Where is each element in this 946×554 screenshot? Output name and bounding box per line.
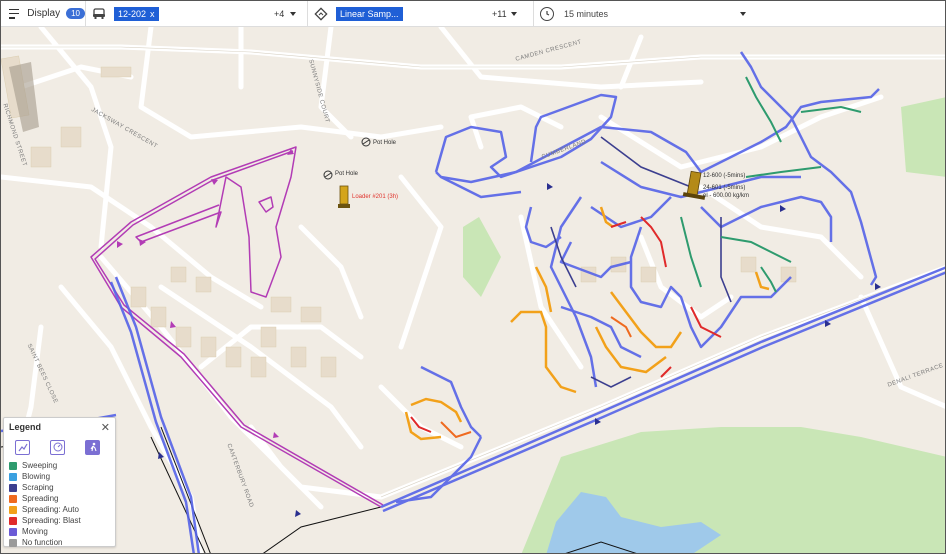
legend-mode-tabs	[4, 436, 115, 458]
function-select[interactable]: Linear Samp... +11	[334, 1, 528, 27]
function-chip[interactable]: Linear Samp...	[336, 6, 403, 21]
time-select[interactable]: 15 minutes	[560, 1, 750, 27]
building-blocks	[1, 55, 797, 378]
function-more-count: +11	[492, 8, 507, 19]
legend-list: Sweeping Blowing Scraping Spreading Spre…	[4, 458, 115, 550]
function-icon	[308, 1, 334, 27]
legend-header: Legend ✕	[4, 418, 115, 436]
route-spreading	[440, 316, 632, 439]
loader-label: Loader #201 (3h)	[352, 194, 399, 200]
speed-mode-button[interactable]	[50, 439, 65, 455]
pothole-icon	[323, 170, 333, 180]
worker-icon	[90, 442, 97, 452]
filter-menu-icon	[9, 8, 20, 19]
legend-swatch	[9, 483, 17, 492]
pothole-label: Pot Hole	[335, 171, 359, 177]
vehicle-filter: 12-202 x +4	[85, 1, 307, 27]
legend-item-spreading-blast: Spreading: Blast	[9, 515, 110, 526]
legend-title: Legend	[9, 422, 42, 432]
vehicle-chip-remove[interactable]: x	[150, 9, 155, 19]
legend-item-blowing: Blowing	[9, 471, 110, 482]
gauge-icon	[53, 442, 62, 452]
close-icon[interactable]: ✕	[101, 421, 110, 434]
vehicle-icon	[86, 1, 112, 27]
display-toggle[interactable]: Display 10	[1, 1, 85, 27]
legend-item-sweeping: Sweeping	[9, 460, 110, 471]
legend-panel: Legend ✕ Sweeping Blowing Scraping Sprea…	[3, 417, 116, 547]
legend-item-label: Scraping	[22, 483, 54, 492]
legend-item-spreading-auto: Spreading: Auto	[9, 504, 110, 515]
legend-swatch	[9, 538, 17, 547]
legend-item-label: Spreading	[22, 494, 59, 503]
legend-item-moving: Moving	[9, 526, 110, 537]
function-chip-label: Linear Samp...	[340, 8, 399, 19]
legend-swatch	[9, 527, 17, 536]
map-layer	[1, 27, 945, 553]
legend-item-spreading: Spreading	[9, 493, 110, 504]
legend-item-scraping: Scraping	[9, 482, 110, 493]
park-area	[463, 217, 501, 297]
legend-swatch	[9, 516, 17, 525]
legend-swatch	[9, 494, 17, 503]
legend-item-label: Moving	[22, 527, 48, 536]
route-icon	[18, 443, 28, 452]
filter-toolbar: Display 10 12-202 x +4 Linear Samp... +11	[1, 1, 945, 27]
pothole-label: Pot Hole	[373, 140, 397, 146]
pothole-icon	[361, 137, 371, 147]
truck-label: 24-601 (-5mins)	[703, 185, 746, 191]
function-dropdown-icon[interactable]	[511, 11, 517, 16]
time-value: 15 minutes	[564, 8, 609, 19]
vehicle-dropdown-icon[interactable]	[290, 11, 296, 16]
legend-item-no-function: No function	[9, 537, 110, 548]
truck-rate-label: el - 600.00 kg/km	[703, 193, 750, 199]
time-dropdown-icon[interactable]	[740, 11, 746, 16]
park-area	[901, 97, 945, 177]
route-mode-button[interactable]	[15, 439, 30, 455]
legend-item-label: Sweeping	[22, 461, 58, 470]
vehicle-select[interactable]: 12-202 x +4	[112, 1, 302, 27]
app-frame: Display 10 12-202 x +4 Linear Samp... +11	[0, 0, 946, 554]
legend-item-label: No function	[22, 538, 63, 547]
legend-item-label: Spreading: Blast	[22, 516, 81, 525]
legend-swatch	[9, 461, 17, 470]
vehicle-more-count: +4	[274, 8, 285, 19]
map-canvas[interactable]: RICHMOND STREET JACKSWAY CRESCENT SUNNYS…	[1, 27, 945, 553]
display-label: Display	[27, 8, 61, 19]
legend-item-label: Spreading: Auto	[22, 505, 79, 514]
function-mode-button[interactable]	[85, 439, 100, 455]
clock-icon	[534, 1, 560, 27]
loader-icon	[338, 185, 350, 208]
vehicle-chip-label: 12-202	[118, 8, 147, 19]
time-filter: 15 minutes	[533, 1, 753, 27]
legend-swatch	[9, 472, 17, 481]
truck-label: 12-600 (-5mins)	[703, 173, 746, 179]
display-count-badge: 10	[66, 8, 85, 19]
legend-swatch	[9, 505, 17, 514]
legend-item-label: Blowing	[22, 472, 51, 481]
vehicle-chip[interactable]: 12-202 x	[114, 6, 159, 21]
function-filter: Linear Samp... +11	[307, 1, 533, 27]
